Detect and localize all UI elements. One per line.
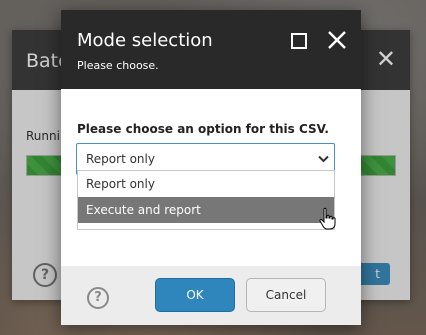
maximize-icon[interactable] bbox=[291, 33, 307, 49]
close-icon[interactable] bbox=[327, 29, 347, 51]
ok-button[interactable]: OK bbox=[155, 278, 235, 312]
dialog-footer: ? OK Cancel bbox=[61, 266, 361, 325]
chevron-down-icon bbox=[318, 155, 329, 163]
option-execute-and-report[interactable]: Execute and report bbox=[78, 197, 334, 223]
cancel-button[interactable]: Cancel bbox=[246, 278, 326, 312]
dialog-header: Mode selection Please choose. bbox=[61, 10, 361, 89]
select-value: Report only bbox=[86, 152, 155, 166]
dialog-title: Mode selection bbox=[77, 30, 213, 51]
option-report-only[interactable]: Report only bbox=[78, 171, 334, 197]
help-icon[interactable]: ? bbox=[87, 287, 109, 309]
mode-selection-dialog: Mode selection Please choose. Please cho… bbox=[61, 10, 361, 325]
hand-pointer-icon bbox=[319, 207, 336, 230]
option-prompt: Please choose an option for this CSV. bbox=[77, 122, 329, 136]
dialog-subtitle: Please choose. bbox=[77, 59, 159, 72]
mode-dropdown-list: Report only Execute and report bbox=[77, 170, 335, 230]
